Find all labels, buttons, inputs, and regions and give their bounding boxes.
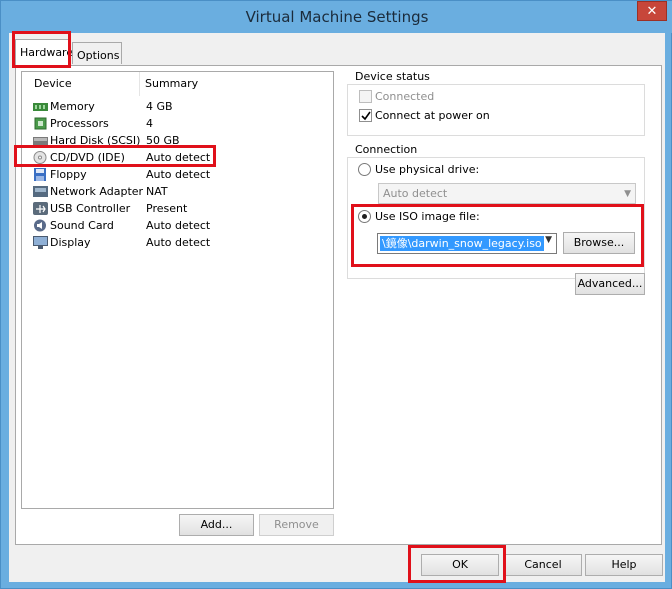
dialog-client: Hardware Options Device Summary Memory 4… xyxy=(9,33,665,582)
highlight-ok-button xyxy=(408,545,506,583)
connect-at-power-on-label: Connect at power on xyxy=(375,109,490,122)
device-column-header[interactable]: Device xyxy=(34,72,72,96)
chevron-down-icon: ▼ xyxy=(624,189,631,199)
tab-options-label: Options xyxy=(77,49,120,62)
highlight-cd-dvd-row xyxy=(14,145,216,167)
connected-label: Connected xyxy=(375,90,435,103)
help-button[interactable]: Help xyxy=(585,554,663,576)
device-row-usb[interactable]: USB Controller Present xyxy=(26,200,326,217)
advanced-button[interactable]: Advanced... xyxy=(575,273,645,295)
highlight-iso-section xyxy=(351,204,644,267)
usb-icon xyxy=(33,202,48,215)
highlight-hardware-tab xyxy=(12,31,71,68)
remove-button[interactable]: Remove xyxy=(259,514,334,536)
device-row-display[interactable]: Display Auto detect xyxy=(26,234,326,251)
device-summary: Auto detect xyxy=(146,168,211,181)
device-list[interactable]: Device Summary Memory 4 GB Processors 4 … xyxy=(21,71,334,509)
device-name: Floppy xyxy=(50,168,87,181)
device-name: USB Controller xyxy=(50,202,131,215)
device-summary: Present xyxy=(146,202,188,215)
device-summary: Auto detect xyxy=(146,219,211,232)
device-status-label: Device status xyxy=(352,70,433,83)
window-title: Virtual Machine Settings xyxy=(245,8,429,26)
physical-drive-radio[interactable] xyxy=(358,163,371,176)
connect-at-power-on-checkbox[interactable] xyxy=(359,109,372,122)
connected-checkbox[interactable] xyxy=(359,90,372,103)
memory-icon xyxy=(33,100,48,113)
device-name: Display xyxy=(50,236,91,249)
device-summary: NAT xyxy=(146,185,168,198)
summary-column-header[interactable]: Summary xyxy=(145,72,198,96)
device-row-network[interactable]: Network Adapter NAT xyxy=(26,183,326,200)
cancel-button[interactable]: Cancel xyxy=(504,554,582,576)
network-adapter-icon xyxy=(33,185,48,198)
sound-card-icon xyxy=(33,219,48,232)
device-summary: 4 xyxy=(146,117,153,130)
add-button[interactable]: Add... xyxy=(179,514,254,536)
column-divider xyxy=(139,72,140,96)
device-name: Network Adapter xyxy=(50,185,144,198)
close-button[interactable]: ✕ xyxy=(637,1,667,21)
device-summary: Auto detect xyxy=(146,236,211,249)
display-icon xyxy=(33,236,48,249)
checkmark-icon xyxy=(361,111,371,121)
physical-drive-label: Use physical drive: xyxy=(375,163,480,176)
device-name: Processors xyxy=(50,117,109,130)
device-name: Memory xyxy=(50,100,95,113)
connection-label: Connection xyxy=(352,143,421,156)
device-name: Sound Card xyxy=(50,219,114,232)
device-summary: 4 GB xyxy=(146,100,173,113)
title-bar: Virtual Machine Settings ✕ xyxy=(1,1,672,33)
window-frame: Virtual Machine Settings ✕ Hardware Opti… xyxy=(0,0,672,589)
processor-icon xyxy=(33,117,48,130)
device-row-processors[interactable]: Processors 4 xyxy=(26,115,326,132)
tab-options[interactable]: Options xyxy=(72,42,122,64)
device-row-floppy[interactable]: Floppy Auto detect xyxy=(26,166,326,183)
physical-drive-value: Auto detect xyxy=(383,187,448,200)
device-row-sound[interactable]: Sound Card Auto detect xyxy=(26,217,326,234)
floppy-icon xyxy=(33,168,48,181)
physical-drive-select[interactable]: Auto detect ▼ xyxy=(378,183,636,204)
device-row-memory[interactable]: Memory 4 GB xyxy=(26,98,326,115)
